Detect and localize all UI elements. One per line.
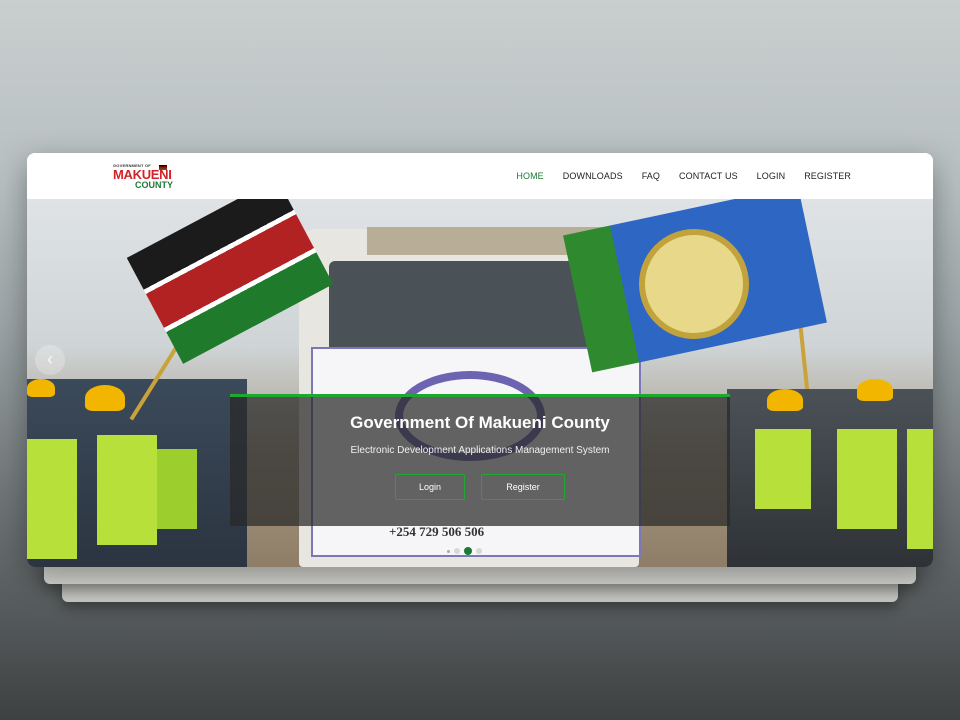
slider-dot-1[interactable] xyxy=(447,549,450,553)
nav-login[interactable]: LOGIN xyxy=(757,171,786,181)
crowd-right-image xyxy=(727,379,933,567)
slider-dot-2[interactable] xyxy=(454,548,460,554)
slider-indicators xyxy=(447,547,482,555)
chevron-left-icon[interactable]: ‹ xyxy=(35,345,65,375)
slider-dot-4[interactable] xyxy=(476,548,482,554)
hero-register-button[interactable]: Register xyxy=(481,474,565,500)
hero-caption: Government Of Makueni County Electronic … xyxy=(230,394,730,526)
slider-dot-3[interactable] xyxy=(464,547,472,555)
kenya-flag-mark-icon xyxy=(159,165,167,170)
top-navbar: GOVERNMENT OF MAKUENI COUNTY HOME DOWNLO… xyxy=(27,153,933,199)
hero-title: Government Of Makueni County xyxy=(350,413,610,432)
nav-downloads[interactable]: DOWNLOADS xyxy=(563,171,623,181)
banner-phone-text: +254 729 506 506 xyxy=(389,524,485,539)
hero-buttons: Login Register xyxy=(230,474,730,500)
browser-window: GOVERNMENT OF MAKUENI COUNTY HOME DOWNLO… xyxy=(27,153,933,567)
nav-faq[interactable]: FAQ xyxy=(642,171,660,181)
nav-register[interactable]: REGISTER xyxy=(804,171,851,181)
main-menu: HOME DOWNLOADS FAQ CONTACT US LOGIN REGI… xyxy=(497,153,851,199)
nav-contact-us[interactable]: CONTACT US xyxy=(679,171,738,181)
makueni-logo[interactable]: GOVERNMENT OF MAKUENI COUNTY xyxy=(113,163,183,191)
hero-slider: +254 729 506 506 ‹ Government Of Makueni… xyxy=(27,199,933,567)
hero-login-button[interactable]: Login xyxy=(395,474,465,500)
nav-home[interactable]: HOME xyxy=(516,171,543,181)
hero-subtitle: Electronic Development Applications Mana… xyxy=(350,445,610,456)
logo-name-line2: COUNTY xyxy=(135,180,173,190)
